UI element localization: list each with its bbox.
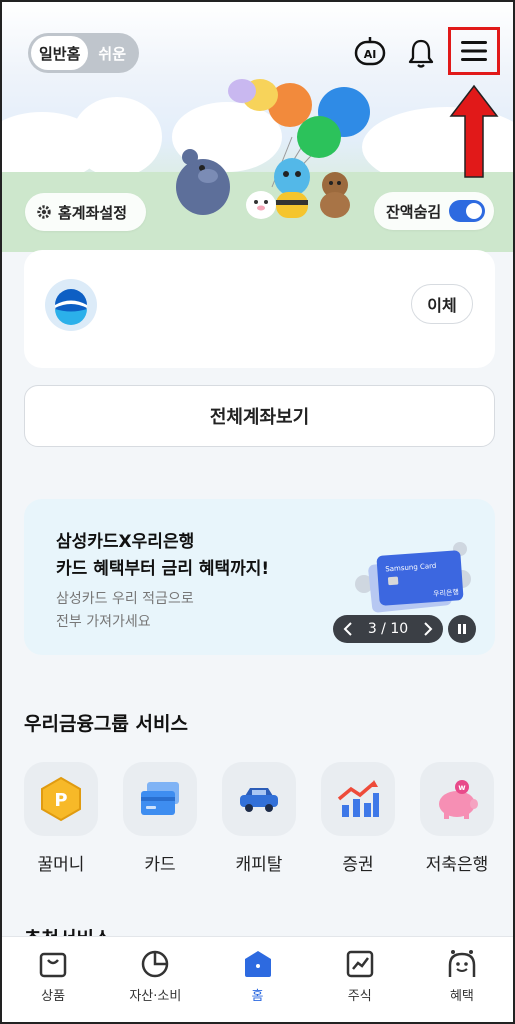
service-tile — [123, 762, 197, 836]
general-home-option[interactable]: 일반홈 — [31, 36, 89, 70]
ai-bot-label: AI — [364, 48, 377, 61]
car-icon — [240, 788, 278, 812]
promo-subtext-2: 전부 가져가세요 — [56, 614, 151, 630]
easy-home-option[interactable]: 쉬운 — [88, 43, 136, 64]
tab-products[interactable]: 상품 — [2, 937, 104, 1022]
tab-label: 홈 — [251, 989, 264, 1004]
gear-icon — [37, 205, 51, 219]
service-tile — [222, 762, 296, 836]
home-account-settings-button[interactable]: 홈계좌설정 — [25, 193, 146, 231]
bottom-tab-bar: 상품 자산·소비 홈 주식 혜택 — [2, 936, 513, 1022]
promo-subtext-1: 삼성카드 우리 적금으로 — [56, 591, 194, 607]
svg-text:w: w — [458, 783, 466, 792]
promo-headline-1: 삼성카드X우리은행 — [56, 532, 195, 552]
chevron-right-icon[interactable] — [423, 622, 433, 636]
promo-headline-2: 카드 혜택부터 금리 혜택까지! — [56, 559, 270, 579]
service-tile: P — [24, 762, 98, 836]
line-chart-icon — [346, 950, 373, 978]
hide-balance-label: 잔액숨김 — [386, 202, 442, 221]
stock-chart-icon — [337, 780, 379, 817]
shopping-bag-icon — [39, 952, 67, 978]
cloud-decoration — [72, 97, 162, 177]
service-label: 카드 — [144, 855, 176, 875]
hide-balance-control: 잔액숨김 — [374, 192, 494, 230]
bear-character — [176, 149, 230, 215]
promo-pager: 3 / 10 — [333, 615, 443, 643]
app-screen: 일반홈 쉬운 AI 홈계좌설정 잔액숨김 이체 전체계좌보기 삼성카드X우리은행… — [0, 0, 515, 1024]
pie-chart-icon — [142, 950, 169, 978]
hide-balance-switch[interactable] — [449, 200, 486, 222]
service-tile — [321, 762, 395, 836]
woori-bank-logo-icon — [45, 279, 97, 331]
home-mode-toggle[interactable]: 일반홈 쉬운 — [28, 33, 139, 73]
hero-banner: 일반홈 쉬운 AI 홈계좌설정 잔액숨김 — [2, 2, 513, 252]
group-services-title: 우리금융그룹 서비스 — [24, 713, 188, 735]
service-securities[interactable]: 증권 — [321, 762, 395, 875]
svg-text:P: P — [54, 790, 67, 811]
tab-assets[interactable]: 자산·소비 — [104, 937, 206, 1022]
service-savings-bank[interactable]: w 저축은행 — [420, 762, 494, 875]
tab-home[interactable]: 홈 — [206, 937, 308, 1022]
ai-bot-icon: AI — [354, 37, 386, 66]
service-label: 캐피탈 — [235, 855, 283, 875]
tab-stocks[interactable]: 주식 — [309, 937, 411, 1022]
chevron-left-icon[interactable] — [343, 622, 353, 636]
tab-label: 자산·소비 — [129, 989, 182, 1004]
tab-benefits[interactable]: 혜택 — [411, 937, 513, 1022]
service-card[interactable]: 카드 — [123, 762, 197, 875]
service-label: 저축은행 — [425, 855, 489, 875]
bee-character — [274, 158, 310, 218]
pause-icon — [458, 624, 466, 634]
menu-highlight-box — [448, 27, 500, 75]
credit-card-illustration: Samsung Card 우리은행 — [355, 542, 471, 613]
service-tile: w — [420, 762, 494, 836]
service-label: 증권 — [342, 855, 374, 875]
piggy-bank-icon: w — [439, 780, 478, 819]
notifications-button[interactable] — [404, 35, 438, 71]
tab-label: 혜택 — [449, 989, 474, 1004]
transfer-button[interactable]: 이체 — [411, 284, 473, 324]
card-bank-text: 우리은행 — [433, 587, 459, 598]
promo-pause-button[interactable] — [448, 615, 476, 643]
service-honey-money[interactable]: P 꿀머니 — [24, 762, 98, 875]
promo-page-indicator: 3 / 10 — [367, 621, 409, 637]
tab-label: 주식 — [347, 989, 372, 1004]
bell-icon — [408, 39, 434, 68]
service-capital[interactable]: 캐피탈 — [222, 762, 296, 875]
ai-bot-button[interactable]: AI — [351, 34, 389, 70]
tab-label: 상품 — [41, 989, 66, 1004]
cards-icon — [141, 782, 179, 815]
red-arrow-up-icon — [449, 84, 499, 178]
beaver-character — [320, 172, 350, 218]
home-icon — [244, 951, 271, 977]
service-label: 꿀머니 — [37, 855, 85, 875]
honey-money-icon: P — [41, 776, 81, 822]
smile-bot-icon — [448, 950, 476, 977]
home-account-settings-label: 홈계좌설정 — [58, 203, 128, 222]
view-all-accounts-button[interactable]: 전체계좌보기 — [24, 385, 495, 447]
